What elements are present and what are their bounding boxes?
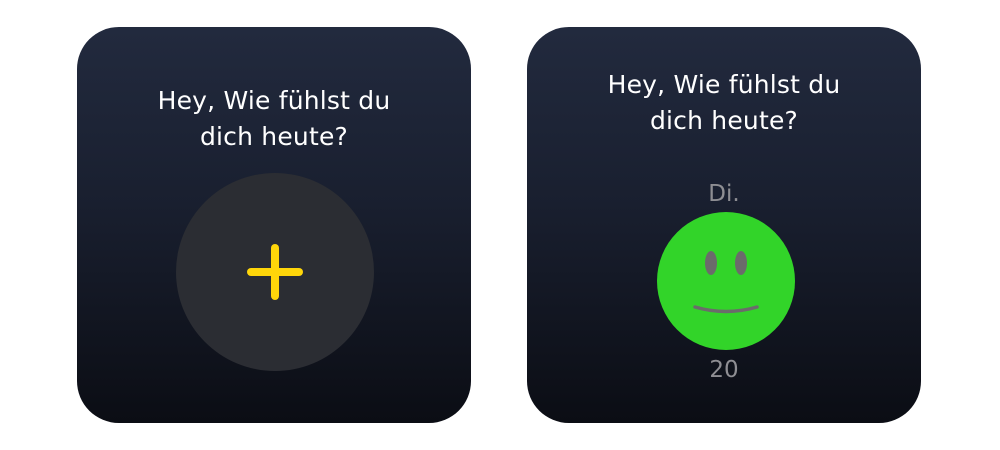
mood-prompt: Hey, Wie fühlst du dich heute? [527,67,921,139]
mood-prompt: Hey, Wie fühlst du dich heute? [77,83,471,155]
mood-prompt-line2: dich heute? [649,106,799,135]
plus-icon [247,244,303,300]
date-label: 20 [709,357,739,383]
mood-prompt-line1: Hey, Wie fühlst du [157,86,391,115]
mood-prompt-line2: dich heute? [199,122,349,151]
add-mood-button[interactable] [176,173,374,371]
day-label: Di. [708,181,740,207]
mood-prompt-line1: Hey, Wie fühlst du [607,70,841,99]
mood-widget-empty[interactable]: Hey, Wie fühlst du dich heute? [77,27,471,423]
mood-widget-logged[interactable]: Hey, Wie fühlst du dich heute? Di. 20 [527,27,921,423]
mood-widgets: Hey, Wie fühlst du dich heute? Hey, Wie … [0,0,1000,450]
smiley-face-icon[interactable] [657,212,795,350]
